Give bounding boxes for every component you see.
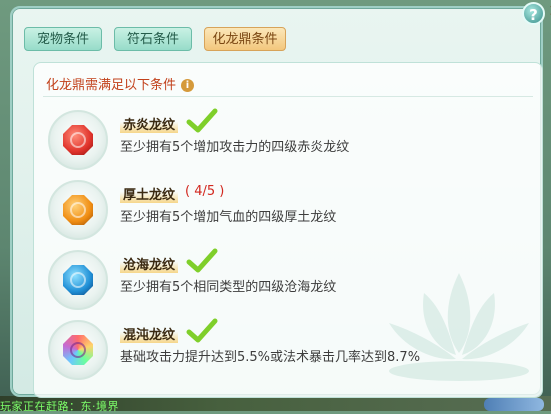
red-dragon-gem-icon xyxy=(48,110,108,170)
condition-description: 至少拥有5个增加攻击力的四级赤炎龙纹 xyxy=(120,140,350,155)
checkmark-icon xyxy=(186,248,218,273)
condition-row-orange: 厚土龙纹 ( 4/5 ) 至少拥有5个增加气血的四级厚土龙纹 xyxy=(34,176,542,246)
blue-dragon-gem-icon xyxy=(48,250,108,310)
conditions-panel: 化龙鼎需满足以下条件 i 赤炎龙纹 至少拥有5个增加攻击力的四级赤炎龙纹 厚土龙… xyxy=(33,62,543,398)
condition-description: 至少拥有5个增加气血的四级厚土龙纹 xyxy=(120,210,337,225)
progress-count: ( 4/5 ) xyxy=(185,184,225,199)
title-divider xyxy=(43,96,533,97)
condition-row-blue: 沧海龙纹 至少拥有5个相同类型的四级沧海龙纹 xyxy=(34,246,542,316)
panel-title: 化龙鼎需满足以下条件 i xyxy=(46,74,195,93)
gem xyxy=(63,125,93,155)
condition-name: 沧海龙纹 xyxy=(120,254,179,273)
corner-badge xyxy=(484,398,544,411)
condition-description: 基础攻击力提升达到5.5%或法术暴击几率达到8.7% xyxy=(120,350,421,365)
condition-row-chaos: 混沌龙纹 基础攻击力提升达到5.5%或法术暴击几率达到8.7% xyxy=(34,316,542,386)
help-button[interactable]: ? xyxy=(522,2,545,25)
info-icon[interactable]: i xyxy=(181,79,195,92)
gem-swirl xyxy=(70,342,86,358)
panel-title-text: 化龙鼎需满足以下条件 xyxy=(46,78,177,93)
condition-name: 厚土龙纹 xyxy=(120,184,179,203)
gem-swirl xyxy=(70,202,86,218)
tab-rune-conditions[interactable]: 符石条件 xyxy=(114,27,192,51)
gem xyxy=(63,265,93,295)
rainbow-dragon-gem-icon xyxy=(48,320,108,380)
background-chat-text: 玩家正在赶路：东·境界 xyxy=(0,400,119,413)
condition-name: 混沌龙纹 xyxy=(120,324,179,343)
gem xyxy=(63,195,93,225)
condition-row-red: 赤炎龙纹 至少拥有5个增加攻击力的四级赤炎龙纹 xyxy=(34,106,542,176)
tab-pet-conditions[interactable]: 宠物条件 xyxy=(24,27,102,51)
gem-swirl xyxy=(70,272,86,288)
checkmark-icon xyxy=(186,108,218,133)
orange-dragon-gem-icon xyxy=(48,180,108,240)
condition-name: 赤炎龙纹 xyxy=(120,114,179,133)
gem xyxy=(63,335,93,365)
conditions-window: ? × 宠物条件 符石条件 化龙鼎条件 化龙鼎需满足以下条件i 赤炎龙纹 xyxy=(10,0,551,398)
tab-dragon-cauldron-conditions[interactable]: 化龙鼎条件 xyxy=(204,27,286,51)
condition-description: 至少拥有5个相同类型的四级沧海龙纹 xyxy=(120,280,337,295)
checkmark-icon xyxy=(186,318,218,343)
gem-swirl xyxy=(70,132,86,148)
